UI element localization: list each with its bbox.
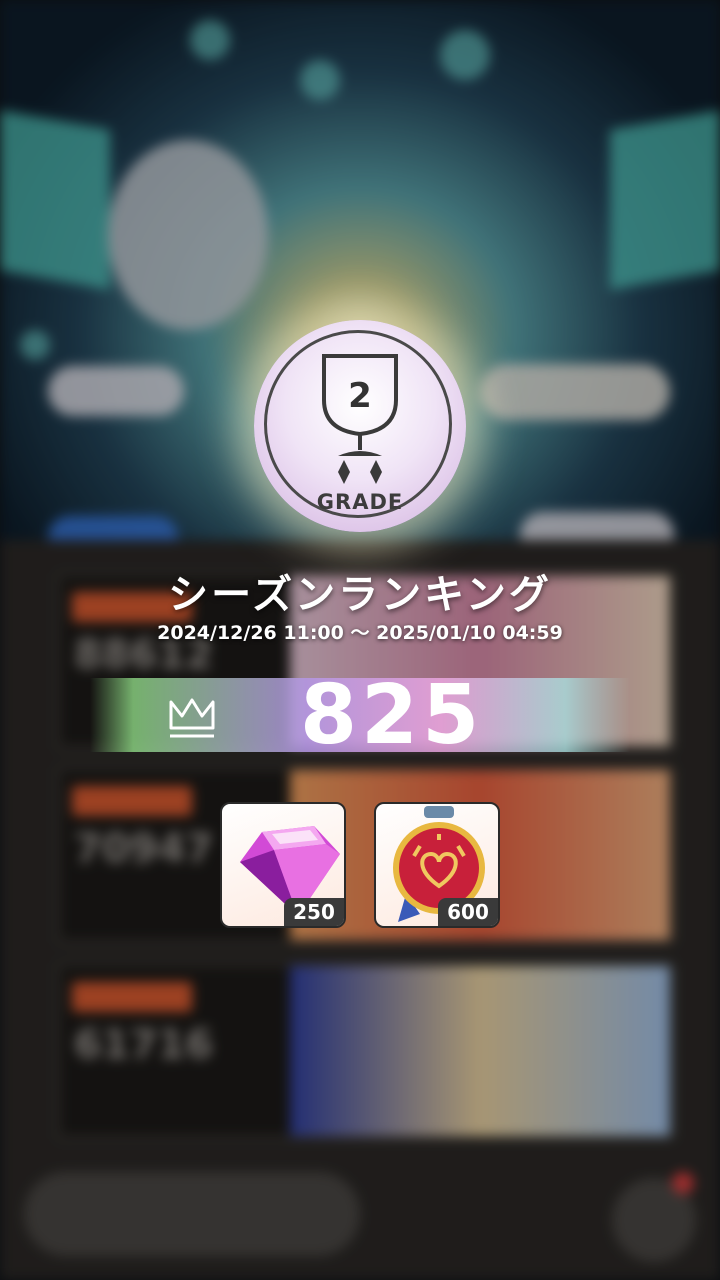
grade-number: 2 bbox=[348, 376, 372, 416]
crown-icon bbox=[169, 698, 215, 738]
reward-quantity: 250 bbox=[284, 898, 344, 926]
grade-label: GRADE bbox=[316, 490, 404, 514]
season-title: シーズンランキング bbox=[168, 572, 552, 618]
reward-gem[interactable]: 250 bbox=[220, 802, 346, 928]
grade-badge: 2 GRADE bbox=[254, 320, 466, 532]
rank-value: 825 bbox=[300, 668, 484, 763]
reward-medal[interactable]: 600 bbox=[374, 802, 500, 928]
season-period: 2024/12/26 11:00 ～ 2025/01/10 04:59 bbox=[157, 622, 563, 644]
reward-quantity: 600 bbox=[438, 898, 498, 926]
